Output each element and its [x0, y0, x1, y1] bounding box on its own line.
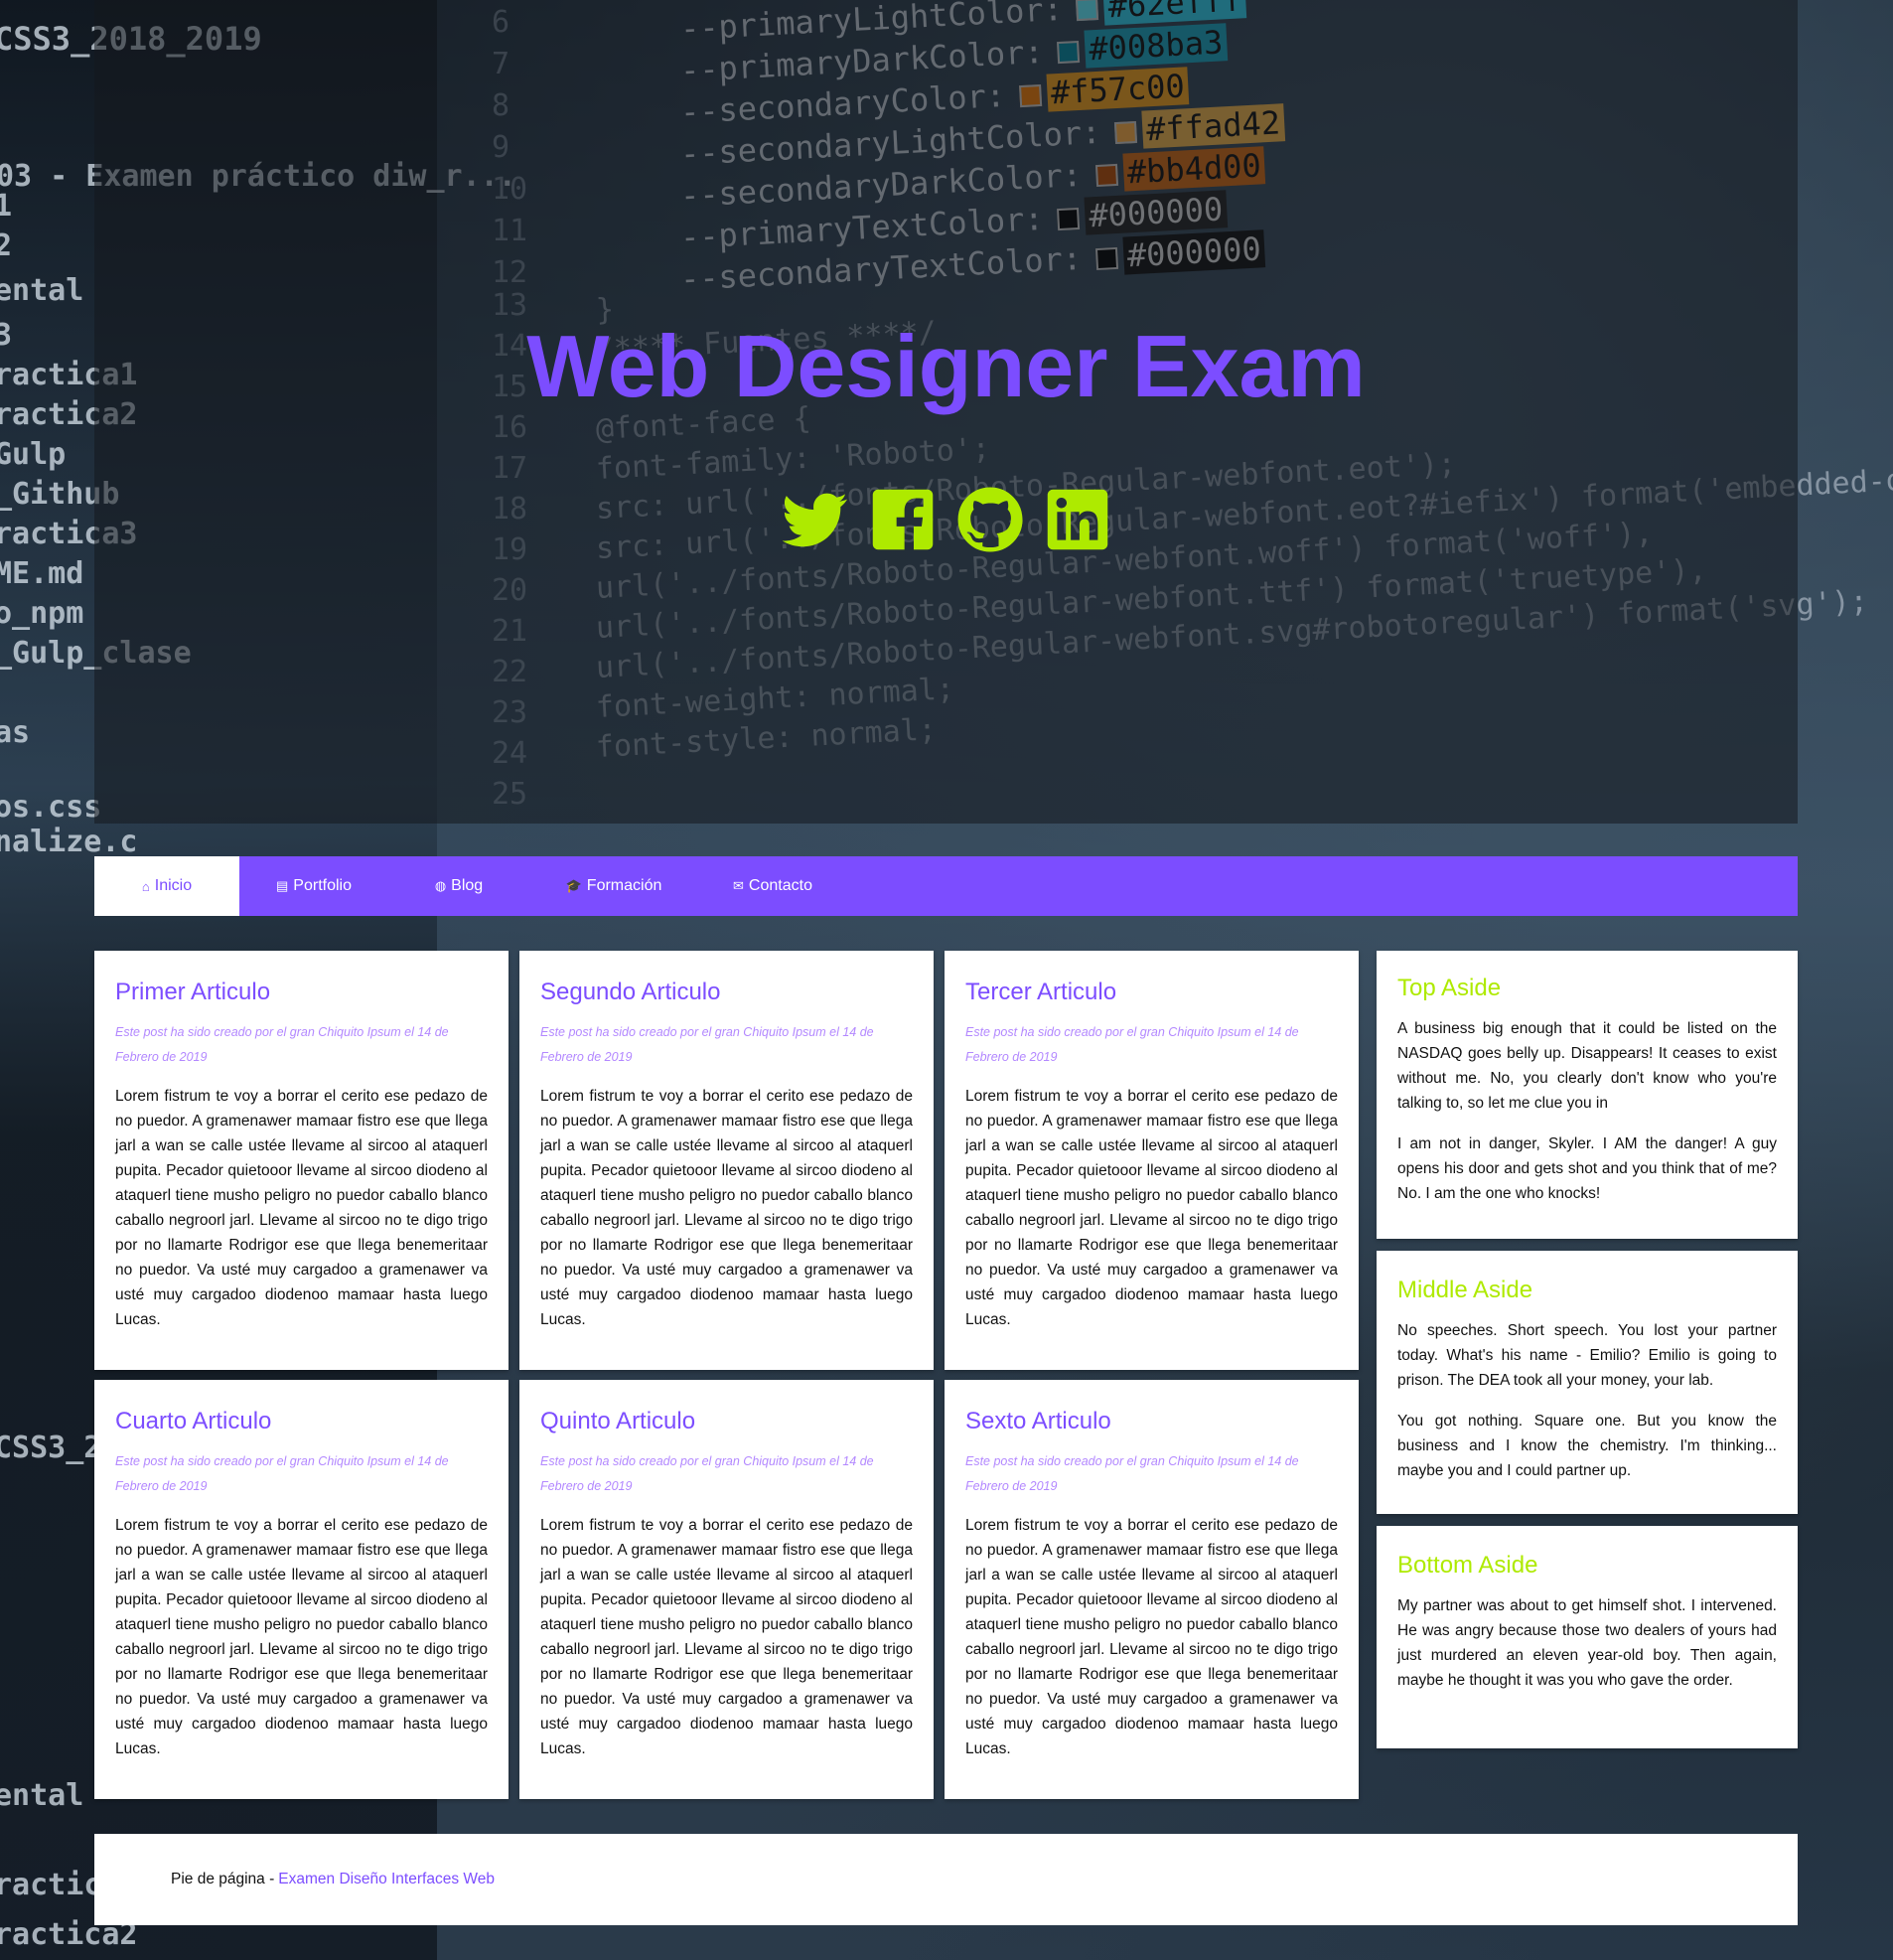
- background-file-entry: 3: [0, 318, 13, 353]
- article-meta: Este post ha sido creado por el gran Chi…: [540, 1454, 874, 1493]
- linkedin-icon: [1047, 489, 1107, 550]
- page-footer: Pie de página - Examen Diseño Interfaces…: [94, 1834, 1798, 1925]
- aside-paragraph: My partner was about to get himself shot…: [1397, 1597, 1777, 1689]
- article-body: Lorem fistrum te voy a borrar el cerito …: [115, 1517, 488, 1757]
- article-card: Tercer Articulo Este post ha sido creado …: [945, 951, 1359, 1370]
- portfolio-icon: ▤: [276, 878, 289, 893]
- nav-item-blog[interactable]: ◍ Blog: [388, 856, 529, 916]
- facebook-icon: [872, 489, 933, 550]
- nav-item-label: Inicio: [154, 877, 193, 894]
- footer-link[interactable]: Examen Diseño Interfaces Web: [278, 1871, 495, 1888]
- articles-grid: Primer Articulo Este post ha sido creado …: [94, 951, 1361, 1799]
- aside-paragraph: I am not in danger, Skyler. I AM the dan…: [1397, 1135, 1777, 1202]
- github-icon: [957, 487, 1022, 552]
- article-title[interactable]: Quinto Articulo: [540, 1408, 913, 1435]
- article-body: Lorem fistrum te voy a borrar el cerito …: [965, 1517, 1338, 1757]
- article-card: Quinto Articulo Este post ha sido creado …: [519, 1380, 934, 1799]
- background-file-entry: 2: [0, 228, 13, 263]
- background-file-entry: ental: [0, 273, 84, 308]
- middle-aside: Middle Aside No speeches. Short speech. …: [1377, 1251, 1798, 1514]
- article-card: Cuarto Articulo Este post ha sido creado …: [94, 1380, 509, 1799]
- page-title: Web Designer Exam: [526, 317, 1366, 415]
- footer-text: Pie de página -: [171, 1871, 275, 1887]
- article-meta: Este post ha sido creado por el gran Chi…: [965, 1454, 1299, 1493]
- article-body: Lorem fistrum te voy a borrar el cerito …: [540, 1088, 913, 1328]
- twitter-icon: [782, 493, 847, 547]
- background-file-entry: as: [0, 715, 31, 750]
- background-file-entry: nalize.c: [0, 825, 138, 859]
- nav-item-contacto[interactable]: ✉ Contacto: [698, 856, 847, 916]
- nav-item-label: Contacto: [748, 877, 812, 894]
- nav-item-label: Blog: [451, 877, 484, 894]
- article-title[interactable]: Cuarto Articulo: [115, 1408, 488, 1435]
- background-file-entry: Gulp: [0, 437, 67, 472]
- github-link[interactable]: [957, 487, 1023, 552]
- aside-paragraph: No speeches. Short speech. You lost your…: [1397, 1322, 1777, 1389]
- aside-title: Middle Aside: [1397, 1277, 1533, 1303]
- page-header: Web Designer Exam: [94, 0, 1798, 824]
- aside-title: Bottom Aside: [1397, 1552, 1538, 1579]
- nav-item-label: Portfolio: [293, 877, 352, 894]
- article-card: Segundo Articulo Este post ha sido creado…: [519, 951, 934, 1370]
- aside-paragraph: You got nothing. Square one. But you kno…: [1397, 1413, 1777, 1479]
- top-aside: Top Aside A business big enough that it …: [1377, 951, 1798, 1239]
- article-meta: Este post ha sido creado por el gran Chi…: [115, 1025, 449, 1064]
- background-file-entry: ental: [0, 1778, 84, 1813]
- nav-item-portfolio[interactable]: ▤ Portfolio: [239, 856, 388, 916]
- article-meta: Este post ha sido creado por el gran Chi…: [540, 1025, 874, 1064]
- background-file-entry: 1: [0, 189, 13, 224]
- article-title[interactable]: Tercer Articulo: [965, 979, 1338, 1006]
- facebook-link[interactable]: [870, 487, 936, 552]
- globe-icon: ◍: [434, 878, 447, 893]
- article-title[interactable]: Primer Articulo: [115, 979, 488, 1006]
- main-nav: ⌂ Inicio ▤ Portfolio ◍ Blog 🎓 Formación ✉ Contact…: [94, 856, 1798, 916]
- article-title[interactable]: Sexto Articulo: [965, 1408, 1338, 1435]
- aside-paragraph: A business big enough that it could be l…: [1397, 1020, 1777, 1112]
- twitter-link[interactable]: [782, 487, 848, 552]
- school-icon: 🎓: [565, 878, 582, 893]
- linkedin-link[interactable]: [1045, 487, 1110, 552]
- background-file-entry: ME.md: [0, 556, 84, 591]
- social-links: [94, 487, 1798, 552]
- article-body: Lorem fistrum te voy a borrar el cerito …: [965, 1088, 1338, 1328]
- nav-item-formaci-n[interactable]: 🎓 Formación: [529, 856, 698, 916]
- nav-item-label: Formación: [586, 877, 662, 894]
- home-icon: ⌂: [141, 878, 150, 894]
- aside-title: Top Aside: [1397, 975, 1502, 1001]
- article-title[interactable]: Segundo Articulo: [540, 979, 913, 1006]
- article-body: Lorem fistrum te voy a borrar el cerito …: [115, 1088, 488, 1328]
- article-body: Lorem fistrum te voy a borrar el cerito …: [540, 1517, 913, 1757]
- mail-icon: ✉: [733, 878, 744, 893]
- background-file-entry: o_npm: [0, 596, 84, 631]
- nav-item-inicio[interactable]: ⌂ Inicio: [94, 856, 239, 916]
- article-meta: Este post ha sido creado por el gran Chi…: [115, 1454, 449, 1493]
- article-card: Primer Articulo Este post ha sido creado …: [94, 951, 509, 1370]
- article-meta: Este post ha sido creado por el gran Chi…: [965, 1025, 1299, 1064]
- article-card: Sexto Articulo Este post ha sido creado p…: [945, 1380, 1359, 1799]
- background-file-entry: os.css: [0, 790, 102, 825]
- bottom-aside: Bottom Aside My partner was about to get…: [1377, 1526, 1798, 1748]
